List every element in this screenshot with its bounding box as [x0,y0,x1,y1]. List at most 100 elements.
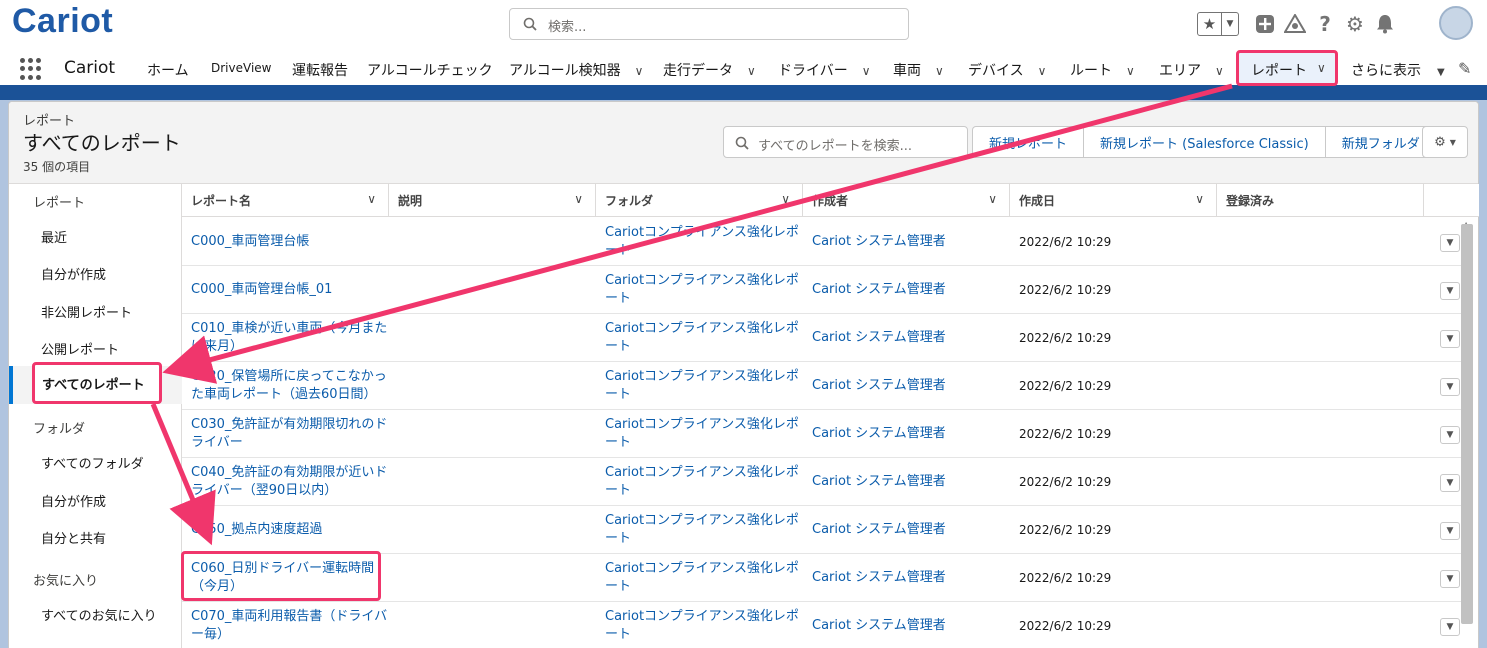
sidebar-item-public-reports[interactable]: 公開レポート [41,339,119,358]
chevron-down-icon[interactable]: ∨ [988,192,997,206]
folder-link[interactable]: Cariotコンプライアンス強化レポ ート [605,416,803,452]
folder-link[interactable]: Cariotコンプライアンス強化レポ ート [605,368,803,404]
nav-item-drive-report[interactable]: 運転報告 [292,60,348,80]
folder-link[interactable]: Cariotコンプライアンス強化レポ ート [605,272,803,308]
nav-more[interactable]: さらに表示 ▼ [1351,60,1445,80]
author-link[interactable]: Cariot システム管理者 [812,281,946,299]
author-link[interactable]: Cariot システム管理者 [812,617,946,635]
sidebar-item-created-by-me[interactable]: 自分が作成 [41,264,106,283]
global-search-input[interactable]: 検索... [509,8,909,40]
folder-link[interactable]: Cariotコンプライアンス強化レポ ート [605,608,803,644]
gear-icon[interactable]: ⚙ [1343,12,1367,36]
author-link[interactable]: Cariot システム管理者 [812,473,946,491]
column-header-report-name[interactable]: レポート名 ∨ [182,184,389,217]
row-actions-button[interactable]: ▼ [1440,330,1460,348]
row-actions-button[interactable]: ▼ [1440,378,1460,396]
row-actions-button[interactable]: ▼ [1440,570,1460,588]
sidebar-item-recent[interactable]: 最近 [41,227,67,246]
sidebar-item-private-reports[interactable]: 非公開レポート [41,302,132,321]
row-actions-button[interactable]: ▼ [1440,618,1460,636]
author-link[interactable]: Cariot システム管理者 [812,521,946,539]
chevron-down-icon[interactable]: ∨ [1126,64,1135,78]
report-name-link[interactable]: C070_車両利用報告書（ドライバ ー毎） [191,608,389,644]
row-actions-button[interactable]: ▼ [1440,282,1460,300]
chevron-down-icon[interactable]: ∨ [781,192,790,206]
nav-item-drive-data[interactable]: 走行データ ∨ [663,60,756,80]
chevron-down-icon[interactable]: ∨ [574,192,583,206]
folder-link[interactable]: Cariotコンプライアンス強化レポ ート [605,464,803,500]
sidebar-item-all-folders[interactable]: すべてのフォルダ [41,453,144,472]
help-icon[interactable]: ? [1313,12,1337,36]
trailhead-icon[interactable] [1283,12,1307,36]
report-name-line: C040_免許証の有効期限が近いド [191,465,388,480]
cariot-logo[interactable]: Cariot [12,2,113,41]
bell-icon[interactable] [1373,12,1397,36]
chevron-down-icon[interactable]: ∨ [1038,64,1047,78]
nav-item-reports[interactable]: レポート ∨ [1236,50,1338,86]
row-actions-button[interactable]: ▼ [1440,234,1460,252]
nav-item-alcohol-check[interactable]: アルコールチェック [367,60,493,80]
vertical-scrollbar[interactable] [1461,224,1473,624]
sidebar-item-all-favorites[interactable]: すべてのお気に入り [41,605,157,624]
new-folder-button[interactable]: 新規フォルダ [1325,126,1437,158]
favorites-button[interactable]: ★ ▼ [1197,12,1239,36]
search-icon [523,17,537,31]
column-header-author[interactable]: 作成者 ∨ [803,184,1010,217]
report-name-link[interactable]: C010_車検が近い車両（今月また は来月） [191,320,389,356]
author-link[interactable]: Cariot システム管理者 [812,329,946,347]
author-link[interactable]: Cariot システム管理者 [812,233,946,251]
report-name-link[interactable]: C040_免許証の有効期限が近いド ライバー（翌90日以内） [191,464,389,500]
row-actions-button[interactable]: ▼ [1440,522,1460,540]
column-header-folder[interactable]: フォルダ ∨ [596,184,803,217]
folder-link[interactable]: Cariotコンプライアンス強化レポ ート [605,224,803,260]
column-header-subscribed[interactable]: 登録済み [1217,184,1424,217]
created-date: 2022/6/2 10:29 [1019,523,1112,537]
nav-item-driveview[interactable]: DriveView [211,61,271,75]
column-header-description[interactable]: 説明 ∨ [389,184,596,217]
column-header-created-date[interactable]: 作成日 ∨ [1010,184,1217,217]
author-link[interactable]: Cariot システム管理者 [812,569,946,587]
nav-item-device[interactable]: デバイス ∨ [968,60,1046,80]
row-actions-button[interactable]: ▼ [1440,474,1460,492]
row-actions-button[interactable]: ▼ [1440,426,1460,444]
folder-link[interactable]: Cariotコンプライアンス強化レポ ート [605,512,803,548]
report-name-link[interactable]: C000_車両管理台帳_01 [191,281,389,299]
chevron-down-icon[interactable]: ∨ [1195,192,1204,206]
chevron-down-icon[interactable]: ∨ [862,64,871,78]
avatar[interactable] [1439,6,1473,40]
app-launcher-icon[interactable] [20,58,42,80]
nav-item-alcohol-detector[interactable]: アルコール検知器 ∨ [509,60,643,80]
report-name-link[interactable]: C020_保管場所に戻ってこなかっ た車両レポート（過去60日間） [191,368,389,404]
chevron-down-icon[interactable]: ∨ [1215,64,1224,78]
sidebar-item-shared-with-me[interactable]: 自分と共有 [41,528,106,547]
chevron-down-icon[interactable]: ∨ [635,64,644,78]
nav-item-route[interactable]: ルート ∨ [1070,60,1135,80]
folder-link[interactable]: Cariotコンプライアンス強化レポ ート [605,560,803,596]
nav-item-driver[interactable]: ドライバー ∨ [778,60,871,80]
chevron-down-icon[interactable]: ∨ [1317,61,1326,75]
edit-nav-icon[interactable]: ✎ [1458,59,1471,78]
report-search-input[interactable]: すべてのレポートを検索... [723,126,968,158]
nav-item-vehicle[interactable]: 車両 ∨ [893,60,944,80]
chevron-down-icon[interactable]: ∨ [367,192,376,206]
report-name-link[interactable]: C000_車両管理台帳 [191,233,389,251]
author-link[interactable]: Cariot システム管理者 [812,425,946,443]
nav-item-home[interactable]: ホーム [147,60,189,80]
new-report-button[interactable]: 新規レポート [972,126,1085,158]
new-report-classic-button[interactable]: 新規レポート (Salesforce Classic) [1084,126,1326,158]
report-name-line: C030_免許証が有効期限切れのド [191,417,388,432]
nav-item-area[interactable]: エリア ∨ [1159,60,1224,80]
folder-link[interactable]: Cariotコンプライアンス強化レポ ート [605,320,803,356]
author-link[interactable]: Cariot システム管理者 [812,377,946,395]
table-row: C010_車検が近い車両（今月また は来月） Cariotコンプライアンス強化レポー… [182,314,1462,362]
report-name-link[interactable]: C050_拠点内速度超過 [191,521,389,539]
add-icon[interactable] [1253,12,1277,36]
created-date: 2022/6/2 10:29 [1019,571,1112,585]
chevron-down-icon[interactable]: ∨ [935,64,944,78]
list-settings-button[interactable]: ⚙ ▼ [1422,126,1468,158]
report-name-line: た車両レポート（過去60日間） [191,387,377,402]
chevron-down-icon[interactable]: ∨ [747,64,756,78]
sidebar-item-all-reports[interactable]: すべてのレポート [32,362,162,404]
sidebar-item-folders-created-by-me[interactable]: 自分が作成 [41,491,106,510]
report-name-link[interactable]: C030_免許証が有効期限切れのド ライバー [191,416,389,452]
